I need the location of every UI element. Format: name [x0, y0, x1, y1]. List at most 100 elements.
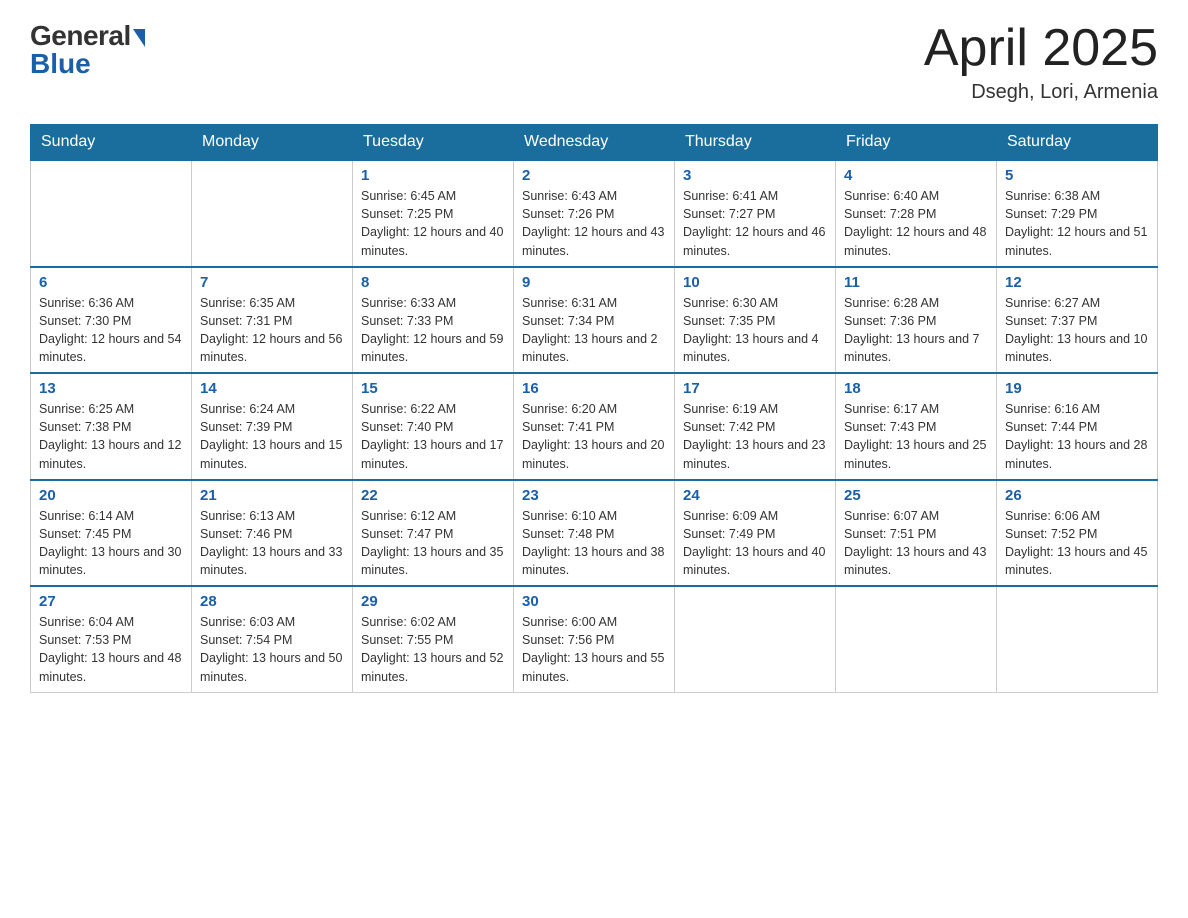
- day-number: 25: [844, 487, 988, 504]
- day-number: 14: [200, 380, 344, 397]
- logo-blue-text: Blue: [30, 48, 91, 80]
- calendar-cell: 26Sunrise: 6:06 AMSunset: 7:52 PMDayligh…: [997, 480, 1158, 587]
- day-number: 1: [361, 167, 505, 184]
- day-info: Sunrise: 6:06 AMSunset: 7:52 PMDaylight:…: [1005, 507, 1149, 580]
- calendar-cell: 29 Sunrise: 6:02 AMSunset: 7:55 PMDayligh…: [353, 586, 514, 692]
- day-number: 10: [683, 274, 827, 291]
- calendar-cell: [836, 586, 997, 692]
- calendar-cell: 27Sunrise: 6:04 AMSunset: 7:53 PMDayligh…: [31, 586, 192, 692]
- day-number: 6: [39, 274, 183, 291]
- calendar-table: SundayMondayTuesdayWednesdayThursdayFrid…: [30, 124, 1158, 693]
- page-header: General Blue April 2025 Dsegh, Lori, Arm…: [30, 20, 1158, 104]
- logo: General Blue: [30, 20, 145, 80]
- calendar-day-header: Saturday: [997, 125, 1158, 161]
- day-number: 3: [683, 167, 827, 184]
- day-number: 30: [522, 593, 666, 610]
- calendar-cell: [997, 586, 1158, 692]
- day-number: 29: [361, 593, 505, 610]
- day-number: 7: [200, 274, 344, 291]
- calendar-day-header: Sunday: [31, 125, 192, 161]
- day-info: Sunrise: 6:09 AMSunset: 7:49 PMDaylight:…: [683, 507, 827, 580]
- day-number: 8: [361, 274, 505, 291]
- calendar-cell: 5 Sunrise: 6:38 AMSunset: 7:29 PMDaylight…: [997, 160, 1158, 267]
- day-number: 5: [1005, 167, 1149, 184]
- day-number: 16: [522, 380, 666, 397]
- location-text: Dsegh, Lori, Armenia: [924, 81, 1158, 104]
- calendar-cell: 6 Sunrise: 6:36 AMSunset: 7:30 PMDaylight…: [31, 267, 192, 374]
- day-info: Sunrise: 6:27 AMSunset: 7:37 PMDaylight:…: [1005, 294, 1149, 367]
- calendar-cell: 17Sunrise: 6:19 AMSunset: 7:42 PMDayligh…: [675, 373, 836, 480]
- calendar-day-header: Monday: [192, 125, 353, 161]
- calendar-cell: 22 Sunrise: 6:12 AMSunset: 7:47 PMDayligh…: [353, 480, 514, 587]
- day-number: 13: [39, 380, 183, 397]
- calendar-day-header: Wednesday: [514, 125, 675, 161]
- week-row: 13 Sunrise: 6:25 AMSunset: 7:38 PMDayligh…: [31, 373, 1158, 480]
- week-row: 27Sunrise: 6:04 AMSunset: 7:53 PMDayligh…: [31, 586, 1158, 692]
- day-number: 24: [683, 487, 827, 504]
- calendar-cell: 14 Sunrise: 6:24 AMSunset: 7:39 PMDayligh…: [192, 373, 353, 480]
- day-number: 2: [522, 167, 666, 184]
- day-number: 21: [200, 487, 344, 504]
- calendar-cell: 20 Sunrise: 6:14 AMSunset: 7:45 PMDayligh…: [31, 480, 192, 587]
- calendar-cell: 23Sunrise: 6:10 AMSunset: 7:48 PMDayligh…: [514, 480, 675, 587]
- calendar-cell: 12Sunrise: 6:27 AMSunset: 7:37 PMDayligh…: [997, 267, 1158, 374]
- calendar-cell: 4Sunrise: 6:40 AMSunset: 7:28 PMDaylight…: [836, 160, 997, 267]
- calendar-cell: 15 Sunrise: 6:22 AMSunset: 7:40 PMDayligh…: [353, 373, 514, 480]
- calendar-cell: 25 Sunrise: 6:07 AMSunset: 7:51 PMDayligh…: [836, 480, 997, 587]
- calendar-cell: 16 Sunrise: 6:20 AMSunset: 7:41 PMDayligh…: [514, 373, 675, 480]
- calendar-cell: 2 Sunrise: 6:43 AMSunset: 7:26 PMDaylight…: [514, 160, 675, 267]
- day-info: Sunrise: 6:13 AMSunset: 7:46 PMDaylight:…: [200, 507, 344, 580]
- day-info: Sunrise: 6:41 AMSunset: 7:27 PMDaylight:…: [683, 187, 827, 260]
- day-info: Sunrise: 6:45 AMSunset: 7:25 PMDaylight:…: [361, 187, 505, 260]
- calendar-cell: 7Sunrise: 6:35 AMSunset: 7:31 PMDaylight…: [192, 267, 353, 374]
- day-info: Sunrise: 6:24 AMSunset: 7:39 PMDaylight:…: [200, 400, 344, 473]
- calendar-cell: 13 Sunrise: 6:25 AMSunset: 7:38 PMDayligh…: [31, 373, 192, 480]
- week-row: 1 Sunrise: 6:45 AMSunset: 7:25 PMDaylight…: [31, 160, 1158, 267]
- day-info: Sunrise: 6:07 AMSunset: 7:51 PMDaylight:…: [844, 507, 988, 580]
- week-row: 6 Sunrise: 6:36 AMSunset: 7:30 PMDaylight…: [31, 267, 1158, 374]
- day-number: 15: [361, 380, 505, 397]
- day-info: Sunrise: 6:33 AMSunset: 7:33 PMDaylight:…: [361, 294, 505, 367]
- day-info: Sunrise: 6:22 AMSunset: 7:40 PMDaylight:…: [361, 400, 505, 473]
- day-info: Sunrise: 6:20 AMSunset: 7:41 PMDaylight:…: [522, 400, 666, 473]
- day-info: Sunrise: 6:38 AMSunset: 7:29 PMDaylight:…: [1005, 187, 1149, 260]
- day-info: Sunrise: 6:40 AMSunset: 7:28 PMDaylight:…: [844, 187, 988, 260]
- calendar-cell: [192, 160, 353, 267]
- calendar-cell: 24 Sunrise: 6:09 AMSunset: 7:49 PMDayligh…: [675, 480, 836, 587]
- day-info: Sunrise: 6:03 AMSunset: 7:54 PMDaylight:…: [200, 613, 344, 686]
- calendar-cell: 18 Sunrise: 6:17 AMSunset: 7:43 PMDayligh…: [836, 373, 997, 480]
- day-number: 11: [844, 274, 988, 291]
- calendar-cell: 8 Sunrise: 6:33 AMSunset: 7:33 PMDaylight…: [353, 267, 514, 374]
- day-info: Sunrise: 6:16 AMSunset: 7:44 PMDaylight:…: [1005, 400, 1149, 473]
- calendar-cell: 9 Sunrise: 6:31 AMSunset: 7:34 PMDaylight…: [514, 267, 675, 374]
- calendar-header-row: SundayMondayTuesdayWednesdayThursdayFrid…: [31, 125, 1158, 161]
- day-info: Sunrise: 6:28 AMSunset: 7:36 PMDaylight:…: [844, 294, 988, 367]
- week-row: 20 Sunrise: 6:14 AMSunset: 7:45 PMDayligh…: [31, 480, 1158, 587]
- calendar-cell: 1 Sunrise: 6:45 AMSunset: 7:25 PMDaylight…: [353, 160, 514, 267]
- day-number: 27: [39, 593, 183, 610]
- calendar-cell: [675, 586, 836, 692]
- title-block: April 2025 Dsegh, Lori, Armenia: [924, 20, 1158, 104]
- day-number: 18: [844, 380, 988, 397]
- day-number: 9: [522, 274, 666, 291]
- day-info: Sunrise: 6:10 AMSunset: 7:48 PMDaylight:…: [522, 507, 666, 580]
- day-number: 28: [200, 593, 344, 610]
- calendar-cell: [31, 160, 192, 267]
- day-info: Sunrise: 6:02 AMSunset: 7:55 PMDaylight:…: [361, 613, 505, 686]
- calendar-cell: 11 Sunrise: 6:28 AMSunset: 7:36 PMDayligh…: [836, 267, 997, 374]
- day-info: Sunrise: 6:31 AMSunset: 7:34 PMDaylight:…: [522, 294, 666, 367]
- day-info: Sunrise: 6:00 AMSunset: 7:56 PMDaylight:…: [522, 613, 666, 686]
- day-info: Sunrise: 6:19 AMSunset: 7:42 PMDaylight:…: [683, 400, 827, 473]
- day-number: 20: [39, 487, 183, 504]
- day-number: 22: [361, 487, 505, 504]
- day-info: Sunrise: 6:14 AMSunset: 7:45 PMDaylight:…: [39, 507, 183, 580]
- day-info: Sunrise: 6:25 AMSunset: 7:38 PMDaylight:…: [39, 400, 183, 473]
- day-info: Sunrise: 6:17 AMSunset: 7:43 PMDaylight:…: [844, 400, 988, 473]
- calendar-cell: 30 Sunrise: 6:00 AMSunset: 7:56 PMDayligh…: [514, 586, 675, 692]
- calendar-day-header: Tuesday: [353, 125, 514, 161]
- day-info: Sunrise: 6:12 AMSunset: 7:47 PMDaylight:…: [361, 507, 505, 580]
- day-info: Sunrise: 6:36 AMSunset: 7:30 PMDaylight:…: [39, 294, 183, 367]
- day-info: Sunrise: 6:43 AMSunset: 7:26 PMDaylight:…: [522, 187, 666, 260]
- month-title: April 2025: [924, 20, 1158, 77]
- calendar-cell: 19Sunrise: 6:16 AMSunset: 7:44 PMDayligh…: [997, 373, 1158, 480]
